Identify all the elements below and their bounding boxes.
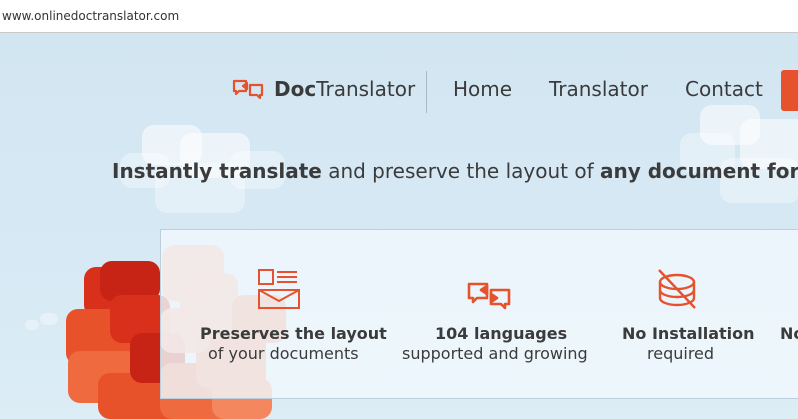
nav-link-home[interactable]: Home — [453, 77, 512, 101]
document-layout-icon — [258, 269, 300, 309]
page: DocTranslator Home Translator Contact In… — [0, 33, 798, 419]
feature-subtitle: required — [647, 344, 715, 363]
address-bar[interactable]: www.onlinedoctranslator.com — [0, 0, 798, 33]
nav-link-translator[interactable]: Translator — [549, 77, 648, 101]
nav-link-contact[interactable]: Contact — [685, 77, 763, 101]
top-nav: DocTranslator Home Translator Contact — [0, 70, 798, 113]
nav-cta-button[interactable] — [781, 70, 798, 111]
feature-title: Preserves the layout — [200, 324, 387, 343]
translate-icon — [467, 282, 511, 310]
feature-subtitle: supported and growing — [402, 344, 588, 363]
no-install-disk-icon — [658, 269, 696, 309]
tagline: Instantly translate and preserve the lay… — [112, 159, 798, 183]
translate-logo-icon — [232, 79, 264, 100]
feature-title: No Installation — [622, 324, 755, 343]
feature-title: 104 languages — [435, 324, 568, 343]
feature-title: No — [780, 324, 798, 343]
nav-divider — [426, 71, 427, 113]
url-text[interactable]: www.onlinedoctranslator.com — [2, 9, 179, 23]
feature-subtitle: of your documents — [208, 344, 359, 363]
brand-name[interactable]: DocTranslator — [274, 77, 415, 101]
features-card: Preserves the layout of your documents 1… — [160, 229, 798, 399]
